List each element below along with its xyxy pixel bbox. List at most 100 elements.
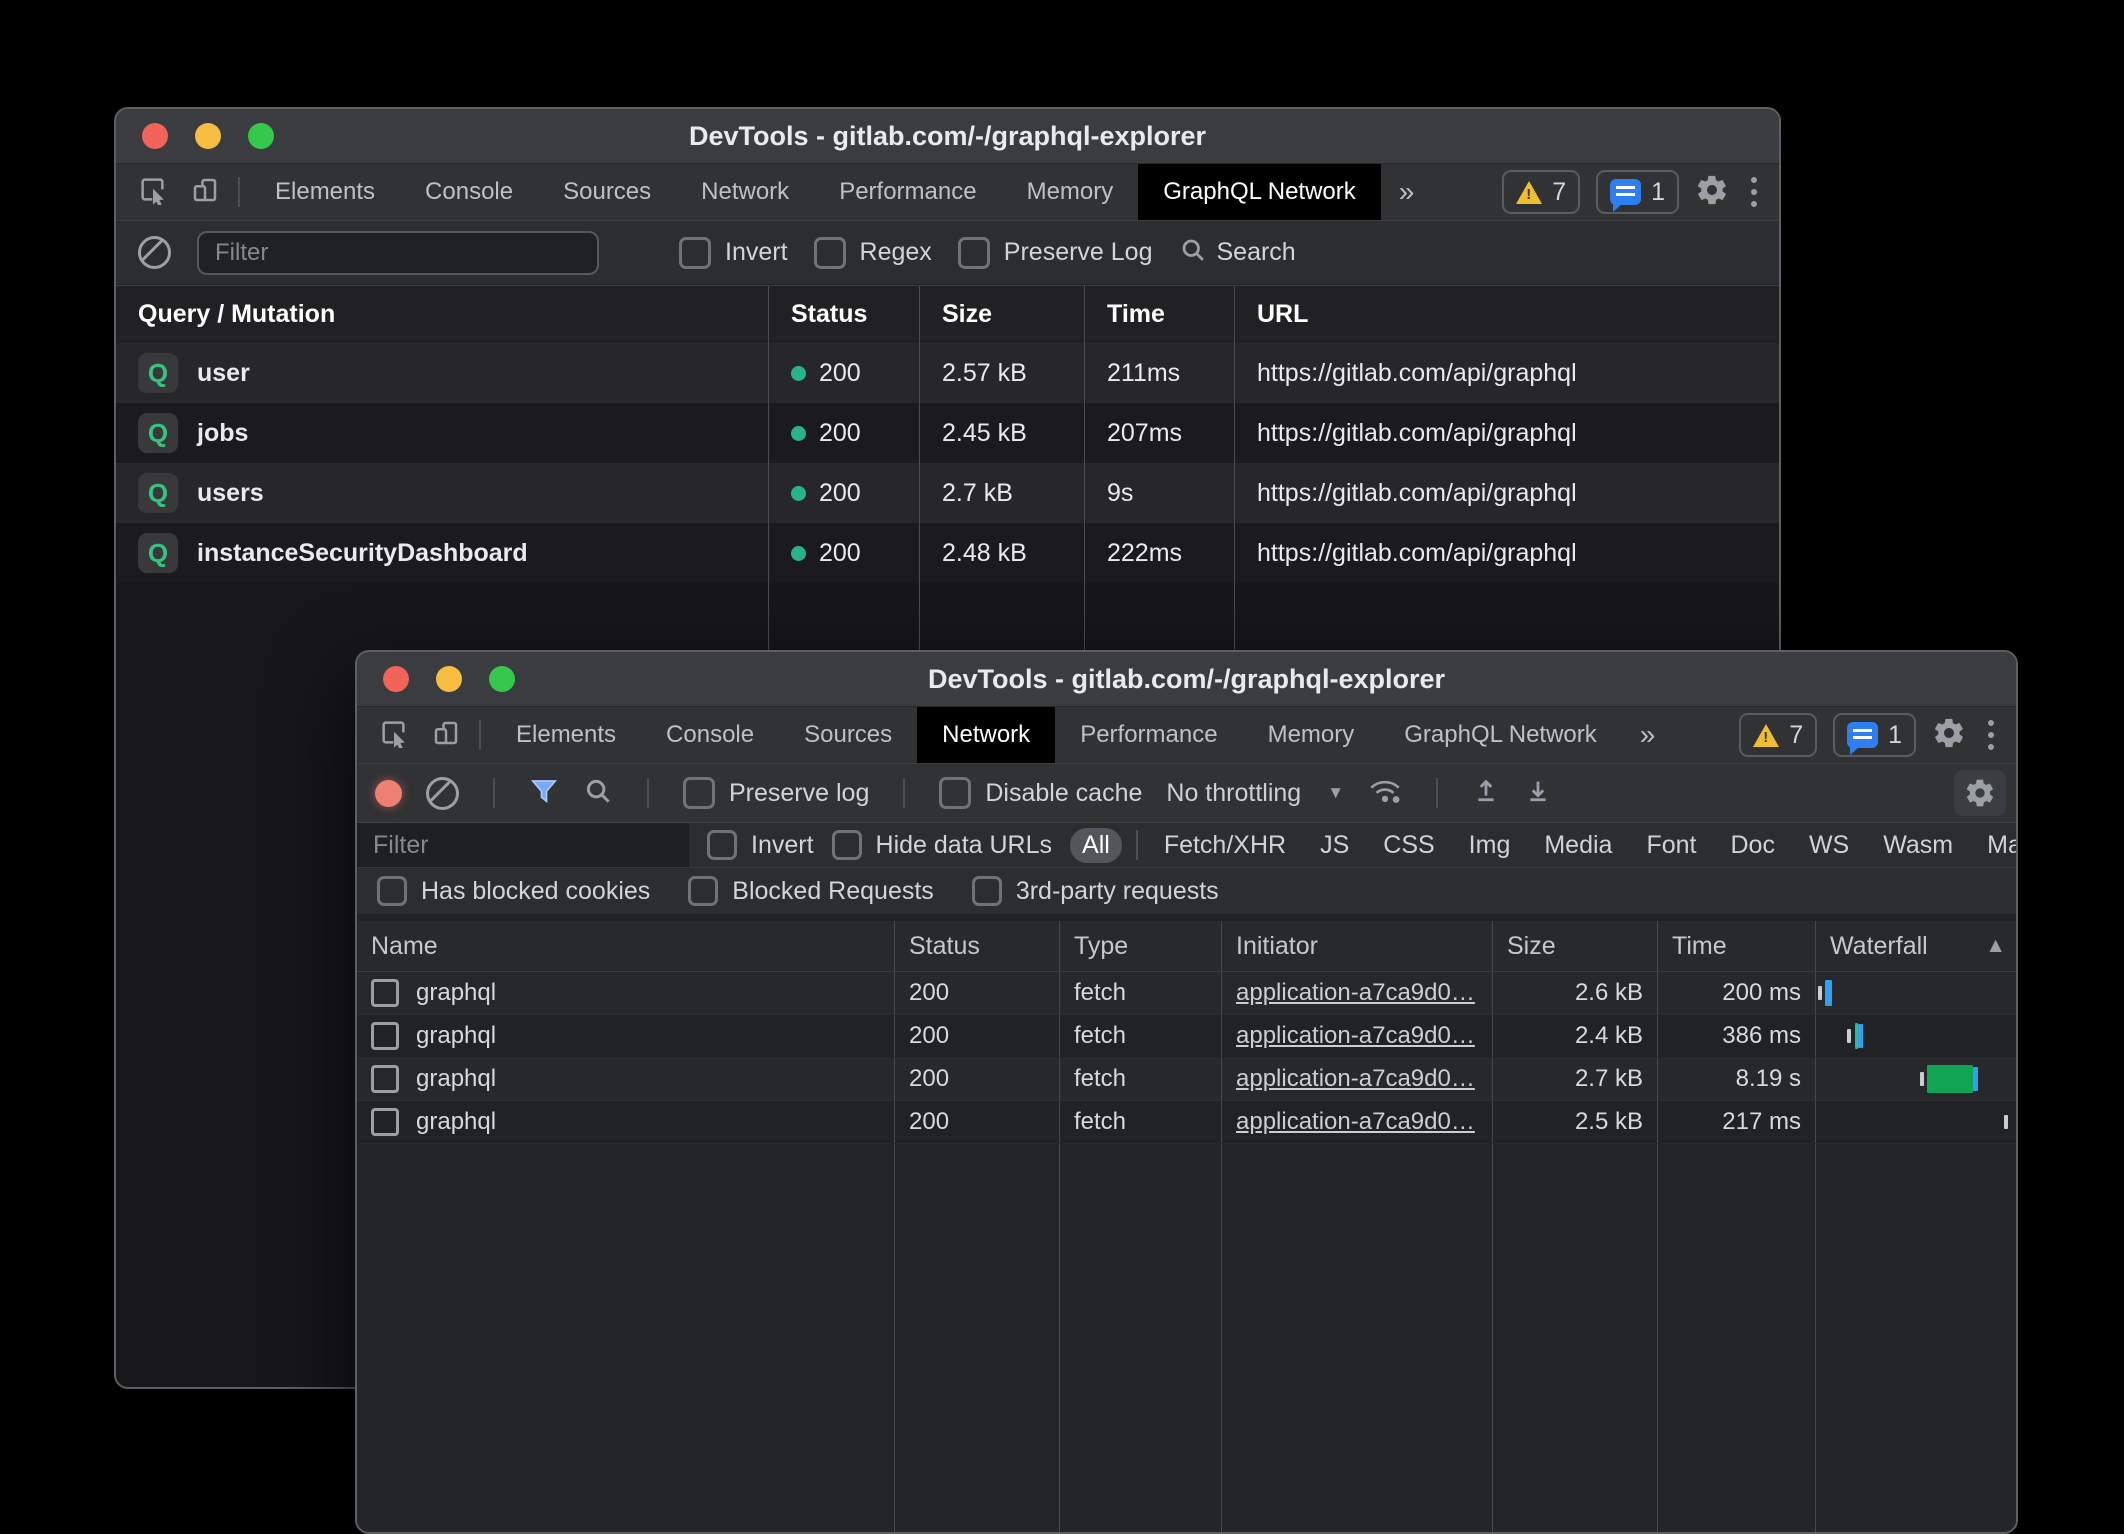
tab-console[interactable]: Console — [641, 707, 779, 763]
titlebar[interactable]: DevTools - gitlab.com/-/graphql-explorer — [116, 109, 1779, 164]
filter-chip-css[interactable]: CSS — [1371, 828, 1446, 863]
table-row[interactable]: QinstanceSecurityDashboard 200 2.48 kB 2… — [116, 523, 1779, 583]
kebab-menu-icon[interactable] — [1982, 720, 2000, 750]
invert-checkbox[interactable] — [679, 237, 711, 269]
issues-badge[interactable]: 1 — [1833, 713, 1916, 757]
row-checkbox[interactable] — [371, 1108, 399, 1136]
tab-network[interactable]: Network — [676, 164, 814, 220]
tab-memory[interactable]: Memory — [1002, 164, 1139, 220]
filter-chip-img[interactable]: Img — [1457, 828, 1523, 863]
preserve-log-checkbox[interactable] — [958, 237, 990, 269]
table-row[interactable]: Qusers 200 2.7 kB 9s https://gitlab.com/… — [116, 463, 1779, 523]
filter-funnel-icon[interactable] — [529, 777, 559, 810]
search-group[interactable]: Search — [1179, 236, 1296, 269]
has-blocked-cookies-checkbox[interactable] — [377, 876, 407, 906]
col-url[interactable]: URL — [1235, 286, 1779, 343]
import-har-icon[interactable] — [1472, 776, 1500, 811]
initiator-link[interactable]: application-a7ca9d0… — [1236, 979, 1475, 1007]
invert-group[interactable]: Invert — [707, 830, 814, 860]
table-row[interactable]: graphql 200 fetch application-a7ca9d0… 2… — [357, 1101, 2016, 1144]
regex-checkbox-group[interactable]: Regex — [814, 237, 932, 269]
regex-checkbox[interactable] — [814, 237, 846, 269]
inspect-element-icon[interactable] — [379, 718, 409, 753]
filter-chip-manifest[interactable]: Manifest — [1975, 828, 2018, 863]
tab-sources[interactable]: Sources — [779, 707, 917, 763]
col-status[interactable]: Status — [895, 921, 1060, 971]
more-tabs-icon[interactable]: » — [1381, 164, 1433, 220]
filter-chip-doc[interactable]: Doc — [1718, 828, 1786, 863]
clear-icon[interactable] — [426, 777, 459, 810]
initiator-link[interactable]: application-a7ca9d0… — [1236, 1108, 1475, 1136]
disable-cache-group[interactable]: Disable cache — [939, 777, 1142, 809]
col-initiator[interactable]: Initiator — [1222, 921, 1493, 971]
network-conditions-icon[interactable] — [1368, 777, 1402, 810]
tab-performance[interactable]: Performance — [814, 164, 1001, 220]
tab-elements[interactable]: Elements — [250, 164, 400, 220]
invert-checkbox[interactable] — [707, 830, 737, 860]
tab-memory[interactable]: Memory — [1243, 707, 1380, 763]
col-name[interactable]: Name — [357, 921, 895, 971]
titlebar[interactable]: DevTools - gitlab.com/-/graphql-explorer — [357, 652, 2016, 707]
initiator-link[interactable]: application-a7ca9d0… — [1236, 1065, 1475, 1093]
table-row[interactable]: Quser 200 2.57 kB 211ms https://gitlab.c… — [116, 343, 1779, 403]
col-size[interactable]: Size — [1493, 921, 1658, 971]
filter-chip-wasm[interactable]: Wasm — [1871, 828, 1965, 863]
table-row[interactable]: graphql 200 fetch application-a7ca9d0… 2… — [357, 972, 2016, 1015]
row-checkbox[interactable] — [371, 979, 399, 1007]
preserve-log-checkbox-group[interactable]: Preserve Log — [958, 237, 1153, 269]
table-row[interactable]: Qjobs 200 2.45 kB 207ms https://gitlab.c… — [116, 403, 1779, 463]
col-waterfall[interactable]: Waterfall ▲ — [1816, 921, 2016, 971]
inspect-element-icon[interactable] — [138, 175, 168, 210]
tab-performance[interactable]: Performance — [1055, 707, 1242, 763]
filter-chip-font[interactable]: Font — [1634, 828, 1708, 863]
invert-checkbox-group[interactable]: Invert — [679, 237, 788, 269]
network-settings-button[interactable] — [1954, 770, 2006, 816]
tab-graphql-network[interactable]: GraphQL Network — [1379, 707, 1622, 763]
col-status[interactable]: Status — [769, 286, 920, 343]
third-party-requests-group[interactable]: 3rd-party requests — [972, 876, 1219, 906]
settings-gear-icon[interactable] — [1932, 716, 1966, 755]
issues-badge[interactable]: 1 — [1596, 170, 1679, 214]
kebab-menu-icon[interactable] — [1745, 177, 1763, 207]
row-checkbox[interactable] — [371, 1022, 399, 1050]
col-time[interactable]: Time — [1658, 921, 1816, 971]
preserve-log-group[interactable]: Preserve log — [683, 777, 869, 809]
record-button[interactable] — [375, 780, 402, 807]
disable-cache-checkbox[interactable] — [939, 777, 971, 809]
device-toolbar-icon[interactable] — [190, 175, 220, 210]
tab-network[interactable]: Network — [917, 707, 1055, 763]
zoom-button[interactable] — [248, 123, 274, 149]
blocked-requests-checkbox[interactable] — [688, 876, 718, 906]
tab-elements[interactable]: Elements — [491, 707, 641, 763]
blocked-requests-group[interactable]: Blocked Requests — [688, 876, 934, 906]
col-size[interactable]: Size — [920, 286, 1085, 343]
device-toolbar-icon[interactable] — [431, 718, 461, 753]
filter-chip-all[interactable]: All — [1070, 828, 1122, 863]
filter-input[interactable] — [357, 823, 689, 867]
initiator-link[interactable]: application-a7ca9d0… — [1236, 1022, 1475, 1050]
hide-data-urls-group[interactable]: Hide data URLs — [832, 830, 1052, 860]
close-button[interactable] — [383, 666, 409, 692]
clear-icon[interactable] — [138, 236, 171, 269]
table-row[interactable]: graphql 200 fetch application-a7ca9d0… 2… — [357, 1015, 2016, 1058]
filter-chip-js[interactable]: JS — [1308, 828, 1361, 863]
filter-chip-media[interactable]: Media — [1532, 828, 1624, 863]
search-icon[interactable] — [583, 776, 613, 811]
col-time[interactable]: Time — [1085, 286, 1235, 343]
minimize-button[interactable] — [195, 123, 221, 149]
col-type[interactable]: Type — [1060, 921, 1222, 971]
tab-console[interactable]: Console — [400, 164, 538, 220]
hide-data-urls-checkbox[interactable] — [832, 830, 862, 860]
filter-input[interactable] — [197, 231, 599, 275]
has-blocked-cookies-group[interactable]: Has blocked cookies — [377, 876, 650, 906]
preserve-log-checkbox[interactable] — [683, 777, 715, 809]
warnings-badge[interactable]: 7 — [1739, 713, 1817, 757]
warnings-badge[interactable]: 7 — [1502, 170, 1580, 214]
filter-chip-ws[interactable]: WS — [1797, 828, 1861, 863]
export-har-icon[interactable] — [1524, 776, 1552, 811]
sort-ascending-icon[interactable]: ▲ — [1985, 934, 2006, 958]
more-tabs-icon[interactable]: » — [1622, 707, 1674, 763]
row-checkbox[interactable] — [371, 1065, 399, 1093]
settings-gear-icon[interactable] — [1695, 173, 1729, 212]
third-party-requests-checkbox[interactable] — [972, 876, 1002, 906]
